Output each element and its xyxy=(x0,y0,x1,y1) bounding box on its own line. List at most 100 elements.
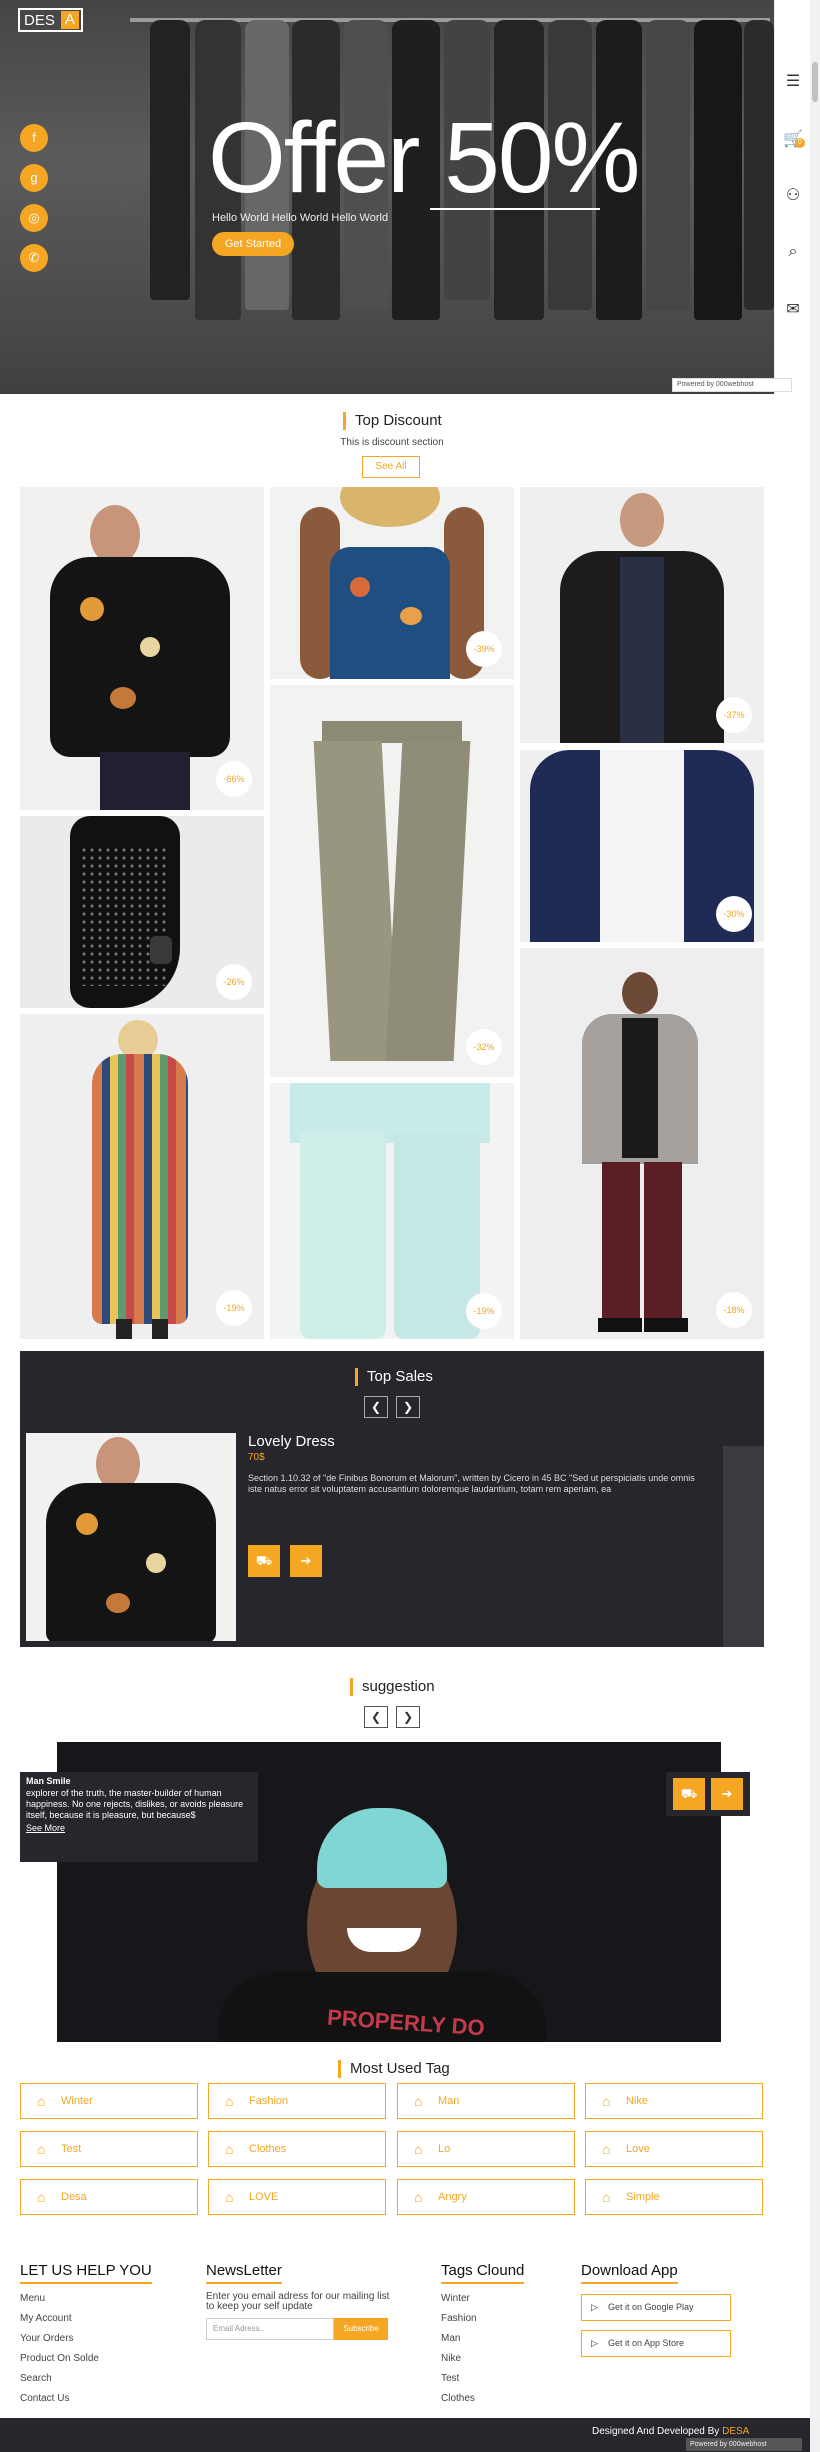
tag-button[interactable]: ⌂ Angry xyxy=(397,2179,575,2215)
sales-product-name[interactable]: Lovely Dress xyxy=(248,1433,335,1450)
home-icon: ⌂ xyxy=(37,2141,46,2157)
tag-cloud-link[interactable]: Clothes xyxy=(441,2393,475,2404)
tag-button[interactable]: ⌂ Simple xyxy=(585,2179,763,2215)
google-play-button[interactable]: ▷ Get it on Google Play xyxy=(581,2294,731,2321)
tag-button[interactable]: ⌂ Lo xyxy=(397,2131,575,2167)
product-card[interactable]: -18% xyxy=(520,948,764,1339)
suggestion-prev-button[interactable]: ❮ xyxy=(364,1706,388,1728)
mail-icon[interactable]: ✉ xyxy=(783,300,803,320)
discount-subtitle: This is discount section xyxy=(340,437,444,448)
newsletter-email-input[interactable]: Email Adress.. xyxy=(206,2318,334,2340)
product-card[interactable]: -66% xyxy=(20,487,264,810)
tag-button[interactable]: ⌂ Test xyxy=(20,2131,198,2167)
hero-headline: Offer 50% xyxy=(208,102,640,214)
scrollbar-thumb[interactable] xyxy=(812,62,818,102)
suggestion-title: suggestion xyxy=(350,1678,435,1696)
discount-badge: -37% xyxy=(716,697,752,733)
search-icon[interactable]: ⌕ xyxy=(783,242,803,262)
home-icon: ⌂ xyxy=(414,2141,423,2157)
see-more-link[interactable]: See More xyxy=(26,1823,252,1833)
cart-count-badge: 0 xyxy=(795,138,805,148)
get-started-button[interactable]: Get Started xyxy=(212,232,294,256)
home-icon: ⌂ xyxy=(37,2093,46,2109)
help-link[interactable]: Contact Us xyxy=(20,2393,69,2404)
tag-button[interactable]: ⌂ Winter xyxy=(20,2083,198,2119)
tag-button[interactable]: ⌂ Man xyxy=(397,2083,575,2119)
google-plus-icon[interactable]: g xyxy=(20,164,48,192)
home-icon: ⌂ xyxy=(414,2093,423,2109)
suggestion-cart-button[interactable]: ⛟ xyxy=(673,1778,705,1810)
help-link[interactable]: Menu xyxy=(20,2293,45,2304)
subscribe-button[interactable]: Subscribe xyxy=(334,2318,388,2340)
headline-underline xyxy=(430,208,600,210)
tags-cloud-title: Tags Clound xyxy=(441,2262,525,2284)
home-icon: ⌂ xyxy=(225,2189,234,2205)
tag-label: Man xyxy=(438,2095,460,2107)
tag-button[interactable]: ⌂ Love xyxy=(585,2131,763,2167)
top-sales-section: Top Sales ❮ ❯ Lovely Dress 70$ Section 1… xyxy=(20,1351,764,1647)
sales-side-panel xyxy=(723,1446,764,1647)
home-icon: ⌂ xyxy=(414,2189,423,2205)
discount-badge: -32% xyxy=(466,1029,502,1065)
product-card[interactable]: -32% xyxy=(270,685,514,1077)
product-card[interactable]: -19% xyxy=(20,1014,264,1339)
whatsapp-icon[interactable]: ✆ xyxy=(20,244,48,272)
newsletter-title: NewsLetter xyxy=(206,2262,282,2284)
play-icon: ▷ xyxy=(591,2338,598,2348)
facebook-icon[interactable]: f xyxy=(20,124,48,152)
sales-product-price: 70$ xyxy=(248,1452,265,1463)
product-card[interactable]: -26% xyxy=(20,816,264,1008)
suggestion-actions: ⛟ ➔ xyxy=(666,1772,750,1816)
scrollbar[interactable] xyxy=(810,0,820,2452)
menu-icon[interactable]: ☰ xyxy=(783,72,803,92)
tag-button[interactable]: ⌂ LOVE xyxy=(208,2179,386,2215)
credit-brand[interactable]: DESA xyxy=(722,2426,749,2437)
product-card[interactable]: -30% xyxy=(520,750,764,942)
logo-accent: A xyxy=(60,11,79,29)
discount-badge: -66% xyxy=(216,761,252,797)
tag-label: Lo xyxy=(438,2143,451,2155)
help-link[interactable]: Product On Solde xyxy=(20,2353,99,2364)
tag-label: Simple xyxy=(626,2191,660,2203)
add-to-cart-button[interactable]: ⛟ xyxy=(248,1545,280,1577)
tag-button[interactable]: ⌂ Desa xyxy=(20,2179,198,2215)
discount-badge: -19% xyxy=(466,1293,502,1329)
help-link[interactable]: Your Orders xyxy=(20,2333,74,2344)
suggestion-next-button[interactable]: ❯ xyxy=(396,1706,420,1728)
powered-by-badge[interactable]: Powered by 000webhost xyxy=(672,378,792,392)
product-card[interactable]: -19% xyxy=(270,1083,514,1339)
hero-banner: DES A f g ◎ ✆ Offer 50% Hello World Hello… xyxy=(0,0,774,394)
product-card[interactable]: -39% xyxy=(270,487,514,679)
powered-by-footer-badge[interactable]: Powered by 000webhost xyxy=(686,2438,802,2451)
see-all-button[interactable]: See All xyxy=(362,456,420,478)
tag-label: Love xyxy=(626,2143,650,2155)
home-icon: ⌂ xyxy=(225,2093,234,2109)
product-card[interactable]: -37% xyxy=(520,487,764,743)
user-icon[interactable]: ⚇ xyxy=(783,186,803,206)
tag-cloud-link[interactable]: Man xyxy=(441,2333,460,2344)
suggestion-view-button[interactable]: ➔ xyxy=(711,1778,743,1810)
home-icon: ⌂ xyxy=(602,2093,611,2109)
tag-cloud-link[interactable]: Nike xyxy=(441,2353,461,2364)
tag-button[interactable]: ⌂ Nike xyxy=(585,2083,763,2119)
tag-cloud-link[interactable]: Fashion xyxy=(441,2313,477,2324)
tag-label: Clothes xyxy=(249,2143,287,2155)
tag-button[interactable]: ⌂ Clothes xyxy=(208,2131,386,2167)
sales-product-description: Section 1.10.32 of "de Finibus Bonorum e… xyxy=(248,1473,695,1494)
hero-subtitle: Hello World Hello World Hello World xyxy=(212,212,389,224)
google-play-label: Get it on Google Play xyxy=(608,2302,694,2312)
view-product-button[interactable]: ➔ xyxy=(290,1545,322,1577)
app-store-button[interactable]: ▷ Get it on App Store xyxy=(581,2330,731,2357)
sales-product-image[interactable] xyxy=(26,1433,236,1641)
sales-prev-button[interactable]: ❮ xyxy=(364,1396,388,1418)
tag-button[interactable]: ⌂ Fashion xyxy=(208,2083,386,2119)
site-logo[interactable]: DES A xyxy=(18,8,83,32)
tag-cloud-link[interactable]: Test xyxy=(441,2373,459,2384)
sales-next-button[interactable]: ❯ xyxy=(396,1396,420,1418)
home-icon: ⌂ xyxy=(225,2141,234,2157)
tag-cloud-link[interactable]: Winter xyxy=(441,2293,470,2304)
footer-credit: Designed And Developed By DESA xyxy=(592,2426,749,2437)
help-link[interactable]: My Account xyxy=(20,2313,72,2324)
help-link[interactable]: Search xyxy=(20,2373,52,2384)
instagram-icon[interactable]: ◎ xyxy=(20,204,48,232)
